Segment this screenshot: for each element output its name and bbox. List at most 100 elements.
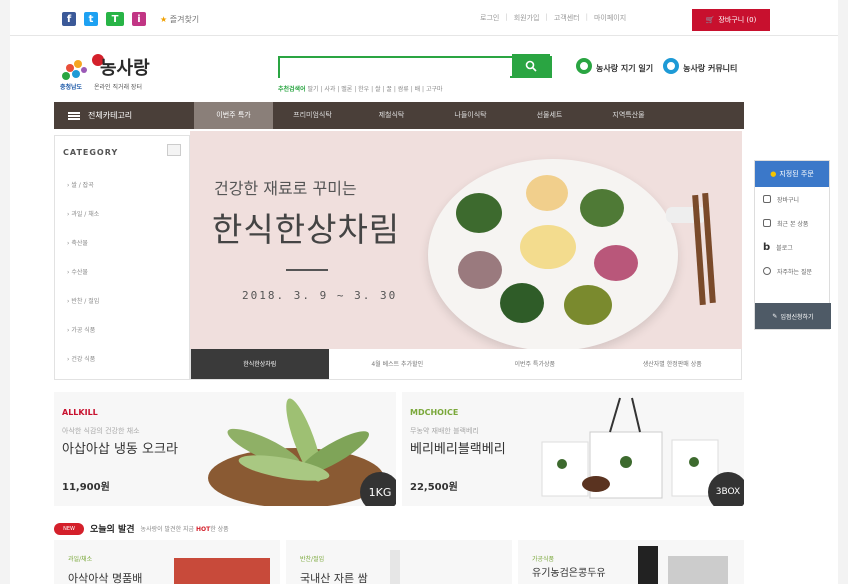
store-apply-button[interactable]: ✎ 입점신청하기 — [755, 303, 831, 329]
main-nav: 전체카테고리 이번주 특가 프리미엄식탁 제철식탁 나들이식탁 선물세트 지역특… — [54, 102, 744, 129]
top-bar: f t T i ★ 즐겨찾기 로그인 | 회원가입 | 고객센터 | 마이페이지 🛒 … — [10, 0, 838, 36]
store-apply-label: 입점신청하기 — [780, 313, 814, 321]
quick-menu-top-label: 지정된 주문 — [779, 170, 814, 178]
banner-tabs: 한식한상차림 4월 베스트 추가할인 이번주 특가상품 생산자별 한정판매 상품 — [190, 349, 742, 380]
blog-icon: b — [763, 241, 771, 253]
logo-tagline: 온라인 직거래 장터 — [94, 84, 142, 91]
customer-center-link[interactable]: 고객센터 — [554, 13, 580, 23]
okra-image — [208, 398, 384, 506]
dish-image — [456, 193, 502, 233]
product-card[interactable]: 가공식품 유기농검은콩두유 — [518, 540, 744, 584]
community-link[interactable]: 농사랑 커뮤니티 — [663, 58, 737, 74]
mypage-link[interactable]: 마이페이지 — [594, 13, 626, 23]
favorite-link[interactable]: ★ 즐겨찾기 — [160, 14, 199, 25]
dish-image — [458, 251, 502, 289]
product-price: 11,900원 — [62, 482, 110, 493]
quick-menu-top-button[interactable]: ● 지정된 주문 — [755, 161, 829, 187]
search-input[interactable] — [280, 61, 510, 80]
category-toggle-button[interactable] — [167, 144, 181, 156]
food-plate-image — [428, 159, 678, 349]
main-banner[interactable]: 건강한 재료로 꾸미는 한식한상차림 2018. 3. 9 ~ 3. 30 — [190, 131, 742, 349]
site-logo[interactable]: 농사랑 온라인 직거래 장터 충청남도 — [58, 50, 168, 94]
category-item[interactable]: › 축산물 — [67, 238, 88, 247]
circle-icon: ● — [770, 170, 777, 178]
search-button[interactable] — [512, 54, 550, 78]
category-item[interactable]: › 가공 식품 — [67, 325, 95, 334]
banner-date: 2018. 3. 9 ~ 3. 30 — [242, 289, 398, 302]
product-subtitle: 아삭한 식감의 건강한 채소 — [62, 427, 140, 435]
favorite-label: 즐겨찾기 — [169, 14, 200, 24]
cart-icon — [763, 195, 771, 203]
top-links: 로그인 | 회원가입 | 고객센터 | 마이페이지 — [480, 13, 627, 23]
nav-item-gift[interactable]: 선물세트 — [510, 102, 589, 129]
category-item[interactable]: › 건강 식품 — [67, 354, 95, 363]
all-category-menu[interactable]: 전체카테고리 — [54, 110, 194, 121]
facebook-icon[interactable]: f — [62, 12, 76, 26]
banner-divider — [286, 269, 328, 271]
nav-item-seasonal[interactable]: 제철식탁 — [352, 102, 431, 129]
map-pin-icon — [576, 58, 592, 74]
product-image — [638, 546, 658, 584]
banner-tab[interactable]: 이번주 특가상품 — [466, 349, 604, 379]
social-links: f t T i ★ 즐겨찾기 — [62, 12, 199, 26]
nav-item-premium[interactable]: 프리미엄식탁 — [273, 102, 352, 129]
search-box — [278, 56, 552, 80]
card-name: 국내산 자른 쌈 — [300, 572, 368, 584]
product-price: 22,500원 — [410, 482, 458, 493]
page: f t T i ★ 즐겨찾기 로그인 | 회원가입 | 고객센터 | 마이페이지 🛒 … — [10, 0, 838, 584]
today-discovery-header: NEW 오늘의 발견 농사랑이 발견한 지금 HOT한 상품 — [54, 522, 229, 535]
nav-item-regional[interactable]: 지역특산물 — [589, 102, 668, 129]
signup-link[interactable]: 회원가입 — [514, 13, 540, 23]
product-image — [668, 556, 728, 584]
diary-link-label: 농사랑 지기 일기 — [596, 64, 654, 73]
dish-image — [580, 189, 624, 227]
product-image — [174, 558, 270, 584]
banner-tab[interactable]: 4월 베스트 추가할인 — [329, 349, 467, 379]
category-panel: CATEGORY › 쌀 / 잡곡 › 과일 / 채소 › 축산물 › 수산물 … — [54, 135, 190, 380]
login-link[interactable]: 로그인 — [480, 13, 499, 23]
quick-item-blog[interactable]: b 블로그 — [755, 235, 829, 259]
today-subtitle: 농사랑이 발견한 지금 HOT한 상품 — [140, 526, 229, 533]
banner-subtitle: 건강한 재료로 꾸미는 — [214, 179, 357, 198]
product-brand: MDCHOICE — [410, 408, 459, 417]
edit-icon: ✎ — [772, 312, 778, 320]
quick-item-faq[interactable]: 자주하는 질문 — [755, 259, 829, 283]
card-name: 아삭아삭 명품배 — [68, 572, 143, 584]
category-item[interactable]: › 수산물 — [67, 267, 88, 276]
nav-item-picnic[interactable]: 나들이식탁 — [431, 102, 510, 129]
product-card[interactable]: 과일/채소 아삭아삭 명품배 — [54, 540, 280, 584]
twitter-icon[interactable]: t — [84, 12, 98, 26]
comment-icon — [663, 58, 680, 74]
cart-button[interactable]: 🛒 장바구니 (0) — [692, 9, 770, 31]
product-card-blackberry[interactable]: MDCHOICE 무농약 재배한 블랙베리 베리베리블랙베리 22,500원 3… — [402, 392, 744, 506]
today-title: 오늘의 발견 — [90, 525, 135, 535]
eye-icon — [763, 267, 771, 275]
hot-keywords-list[interactable]: 딸기 | 사과 | 멜론 | 한우 | 쌀 | 꿀 | 쌈류 | 배 | 고구마 — [308, 86, 443, 93]
banner-tab[interactable]: 생산자별 한정판매 상품 — [604, 349, 742, 379]
cart-label: 장바구니 (0) — [718, 16, 757, 24]
card-category: 반찬/절임 — [300, 556, 325, 563]
category-item[interactable]: › 과일 / 채소 — [67, 209, 99, 218]
product-name: 아삽아삽 냉동 오크라 — [62, 442, 178, 457]
product-card[interactable]: 반찬/절임 국내산 자른 쌈 — [286, 540, 512, 584]
banner-tab[interactable]: 한식한상차림 — [191, 349, 329, 379]
kakao-talk-icon[interactable]: T — [106, 12, 124, 26]
nav-item-weekly-special[interactable]: 이번주 특가 — [194, 102, 273, 129]
card-category: 과일/채소 — [68, 556, 93, 563]
new-badge: NEW — [54, 522, 84, 535]
quick-item-recent[interactable]: 최근 본 상품 — [755, 211, 829, 235]
instagram-icon[interactable]: i — [132, 12, 146, 26]
cart-icon: 🛒 — [705, 16, 715, 24]
dish-image — [594, 245, 638, 281]
dish-image — [526, 175, 568, 211]
category-item[interactable]: › 반찬 / 절임 — [67, 296, 99, 305]
logo-org: 충청남도 — [60, 84, 83, 91]
product-name: 베리베리블랙베리 — [410, 442, 506, 457]
star-icon: ★ — [160, 14, 168, 24]
product-card-okra[interactable]: ALLKILL 아삭한 식감의 건강한 채소 아삽아삽 냉동 오크라 11,90… — [54, 392, 396, 506]
quick-menu: ● 지정된 주문 장바구니 최근 본 상품 b 블로그 자주하는 질문 ✎ 입점신… — [754, 160, 831, 330]
product-subtitle: 무농약 재배한 블랙베리 — [410, 427, 479, 435]
quick-item-cart[interactable]: 장바구니 — [755, 187, 829, 211]
category-item[interactable]: › 쌀 / 잡곡 — [67, 180, 94, 189]
diary-link[interactable]: 농사랑 지기 일기 — [576, 58, 653, 74]
